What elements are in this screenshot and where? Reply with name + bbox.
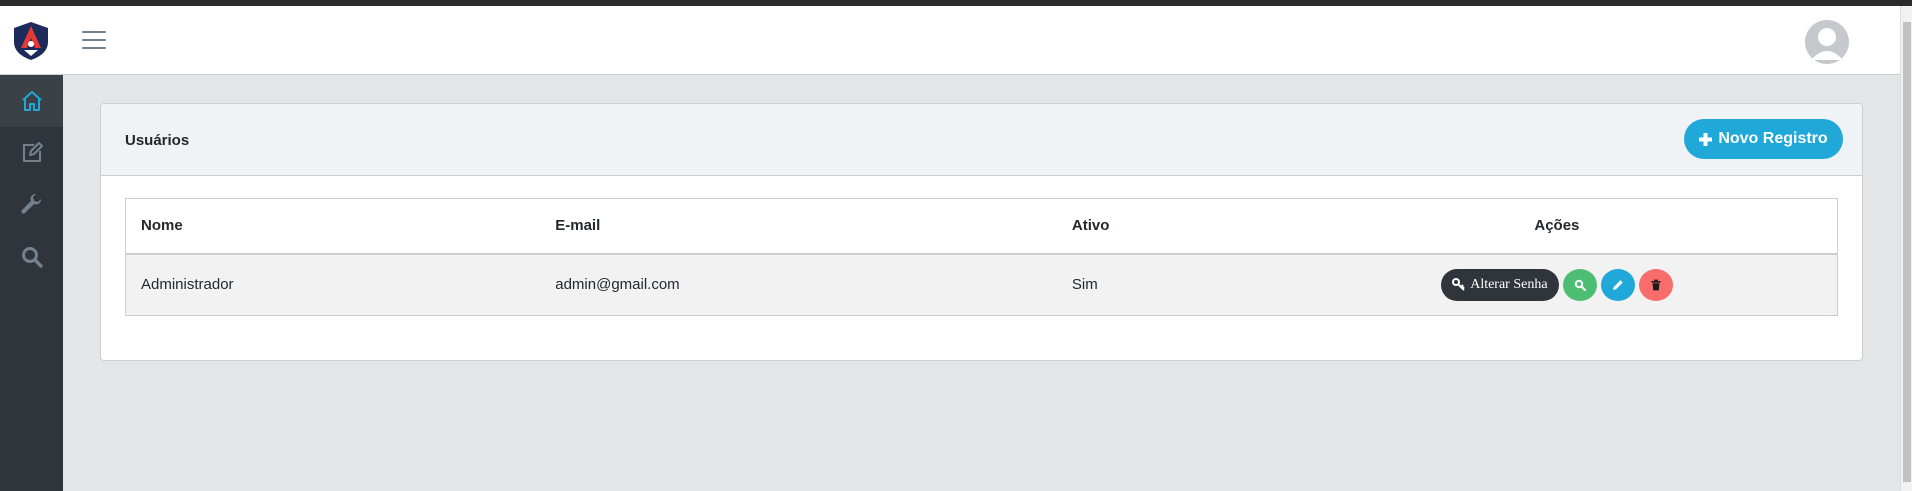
brand-logo-icon <box>14 22 48 60</box>
page-title: Usuários <box>125 132 190 149</box>
user-avatar[interactable] <box>1805 20 1849 64</box>
sidebar-item-tools[interactable] <box>0 179 63 231</box>
cell-ativo: Sim <box>1056 253 1277 316</box>
search-icon <box>21 247 43 268</box>
card-header: Usuários Novo Registro <box>101 104 1862 176</box>
wrench-icon <box>20 193 41 214</box>
sidebar-item-edit[interactable] <box>0 127 63 179</box>
key-icon <box>1452 278 1465 291</box>
sidebar <box>0 75 63 491</box>
trash-icon <box>1651 279 1661 291</box>
cell-nome: Administrador <box>125 253 541 316</box>
change-password-label: Alterar Senha <box>1470 276 1548 292</box>
plus-icon <box>1699 132 1713 146</box>
search-icon <box>1574 279 1586 291</box>
pencil-icon <box>1612 280 1623 290</box>
column-header-nome[interactable]: Nome <box>125 198 541 255</box>
delete-button[interactable] <box>1638 268 1673 301</box>
table-row: Administrador admin@gmail.com Sim Altera… <box>125 253 1838 316</box>
app-header <box>0 6 1900 75</box>
users-card: Usuários Novo Registro Nome E-mail Ativo… <box>100 103 1863 361</box>
column-header-acoes: Ações <box>1276 198 1838 255</box>
avatar-icon <box>1805 20 1849 64</box>
scrollbar-thumb[interactable] <box>1903 22 1911 482</box>
cell-actions: Alterar Senha <box>1276 253 1838 316</box>
table-header-row: Nome E-mail Ativo Ações <box>125 198 1838 255</box>
users-table: Nome E-mail Ativo Ações Administrador ad… <box>125 198 1838 316</box>
page-scrollbar[interactable] <box>1900 6 1912 491</box>
brand-logo[interactable] <box>10 20 52 62</box>
cell-email: admin@gmail.com <box>540 253 1057 316</box>
column-header-email[interactable]: E-mail <box>540 198 1057 255</box>
hamburger-icon[interactable] <box>82 31 106 51</box>
home-icon <box>21 91 42 111</box>
sidebar-item-home[interactable] <box>0 75 63 127</box>
change-password-button[interactable]: Alterar Senha <box>1441 268 1559 301</box>
new-record-button[interactable]: Novo Registro <box>1684 119 1843 159</box>
edit-icon <box>22 142 43 162</box>
view-button[interactable] <box>1562 268 1597 301</box>
column-header-ativo[interactable]: Ativo <box>1056 198 1277 255</box>
sidebar-item-search[interactable] <box>0 231 63 283</box>
row-actions: Alterar Senha <box>1277 268 1837 301</box>
edit-button[interactable] <box>1600 268 1635 301</box>
new-record-label: Novo Registro <box>1718 130 1828 147</box>
